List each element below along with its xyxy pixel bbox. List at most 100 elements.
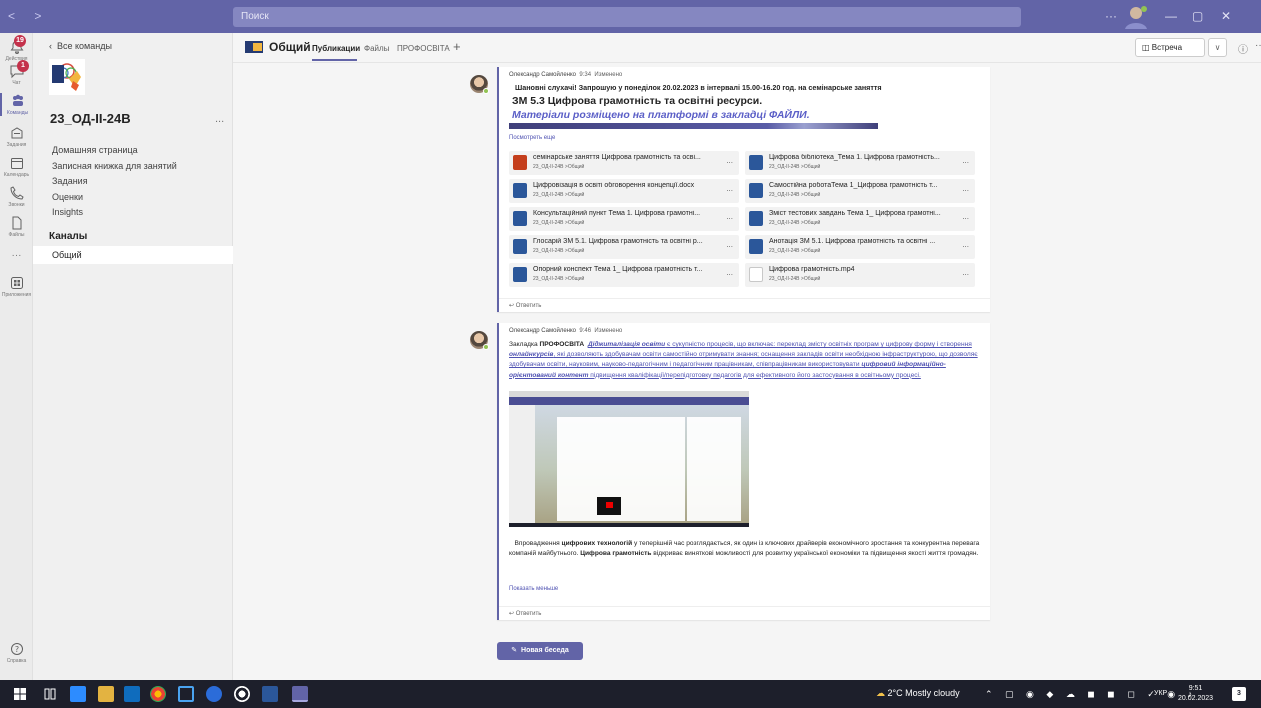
clock[interactable]: 9:51 20.02.2023 bbox=[1178, 684, 1213, 704]
minimize-icon[interactable]: — bbox=[1165, 9, 1177, 23]
tab-files[interactable]: Файлы bbox=[364, 44, 389, 53]
nav-insights-link[interactable]: Insights bbox=[52, 207, 83, 217]
appbar-assignments[interactable]: Задания bbox=[0, 125, 33, 148]
file-more-icon[interactable]: ... bbox=[726, 156, 733, 165]
team-name: 23_ОД-ІІ-24В bbox=[50, 111, 131, 126]
appbar-calendar[interactable]: Календарь bbox=[0, 155, 33, 178]
file-more-icon[interactable]: ... bbox=[962, 240, 969, 249]
back-to-teams-link[interactable]: ‹ Все команды bbox=[49, 41, 112, 51]
file-explorer-icon[interactable] bbox=[98, 686, 114, 702]
tab-profosvita[interactable]: ПРОФОСВІТА bbox=[397, 44, 450, 53]
file-attachment-card[interactable]: семінарське заняття Цифрова грамотність … bbox=[509, 151, 739, 175]
teams-taskbar-icon[interactable] bbox=[292, 686, 308, 702]
nav-assignments-link[interactable]: Задания bbox=[52, 176, 88, 186]
obs-icon[interactable] bbox=[234, 686, 250, 702]
link[interactable]: Діджиталізація освіти bbox=[588, 341, 665, 348]
video-camera-icon: ◫ bbox=[1142, 43, 1150, 52]
maximize-icon[interactable]: ▢ bbox=[1192, 9, 1203, 23]
message-meta: Олександр Самойленко 9:46 Изменено bbox=[509, 328, 623, 334]
meet-dropdown-button[interactable]: ∨ bbox=[1208, 38, 1227, 57]
embedded-banner bbox=[509, 123, 878, 129]
chrome-icon[interactable] bbox=[150, 686, 166, 702]
widgets-icon[interactable] bbox=[70, 686, 86, 702]
file-attachment-card[interactable]: Консультаційний пункт Тема 1. Цифрова гр… bbox=[509, 207, 739, 231]
profile-avatar-icon[interactable] bbox=[1122, 3, 1150, 31]
file-attachment-card[interactable]: Цифрова бібліотека_Тема 1. Цифрова грамо… bbox=[745, 151, 975, 175]
mail-icon[interactable] bbox=[124, 686, 140, 702]
appbar-help[interactable]: ? Справка bbox=[0, 641, 33, 664]
snipping-tool-icon[interactable] bbox=[178, 686, 194, 702]
file-more-icon[interactable]: ... bbox=[962, 268, 969, 277]
reply-button[interactable]: ↩ Ответить bbox=[499, 298, 990, 312]
channel-item-general[interactable]: Общий bbox=[33, 246, 233, 264]
reply-button[interactable]: ↩ Ответить bbox=[499, 606, 990, 620]
nav-grades-link[interactable]: Оценки bbox=[52, 192, 83, 202]
nav-home-link[interactable]: Домашняя страница bbox=[52, 145, 138, 155]
file-path: 23_ОД-ІІ-24В >Общий bbox=[533, 276, 585, 282]
tab-posts[interactable]: Публикации bbox=[312, 44, 360, 53]
word-icon[interactable] bbox=[262, 686, 278, 702]
meet-button[interactable]: ◫ Встреча bbox=[1135, 38, 1205, 57]
link[interactable]: онлайнкурсів bbox=[509, 351, 553, 358]
file-path: 23_ОД-ІІ-24В >Общий bbox=[533, 192, 585, 198]
info-icon[interactable]: ⓘ bbox=[1238, 41, 1248, 56]
file-name: Цифрова бібліотека_Тема 1. Цифрова грамо… bbox=[769, 154, 940, 161]
close-icon[interactable]: ✕ bbox=[1221, 9, 1231, 23]
file-attachment-card[interactable]: Цифрова грамотність.mp4 23_ОД-ІІ-24В >Общ… bbox=[745, 263, 975, 287]
appbar-apps[interactable]: Приложения bbox=[0, 275, 33, 298]
appbar-files[interactable]: Файлы bbox=[0, 215, 33, 238]
file-attachment-card[interactable]: Анотація ЗМ 5.1. Цифрова грамотність та … bbox=[745, 235, 975, 259]
word-file-icon bbox=[749, 155, 763, 170]
file-more-icon[interactable]: ... bbox=[726, 240, 733, 249]
nav-notebook-link[interactable]: Записная книжка для занятий bbox=[52, 161, 177, 171]
message-body: Закладка ПРОФОСВІТА Діджиталізація освіт… bbox=[509, 341, 978, 379]
message-line: Шановні слухачі! Запрошую у понеділок 20… bbox=[515, 83, 882, 92]
file-more-icon[interactable]: ... bbox=[726, 184, 733, 193]
add-tab-button[interactable]: + bbox=[453, 39, 461, 54]
new-conversation-button[interactable]: ✎ Новая беседа bbox=[497, 642, 583, 660]
appbar-activity[interactable]: Действия 19 bbox=[0, 35, 33, 62]
file-name: Цифрова грамотність.mp4 bbox=[769, 266, 855, 273]
settings-app-icon[interactable] bbox=[206, 686, 222, 702]
file-attachment-card[interactable]: Самостійна роботаТема 1_Цифрова грамотні… bbox=[745, 179, 975, 203]
appbar-chat[interactable]: Чат 1 bbox=[0, 60, 33, 86]
file-more-icon[interactable]: ... bbox=[962, 212, 969, 221]
channel-more-icon[interactable]: ··· bbox=[1255, 40, 1261, 51]
language-indicator[interactable]: УКР bbox=[1154, 690, 1167, 697]
team-more-icon[interactable]: ... bbox=[215, 113, 224, 125]
embedded-screenshot[interactable] bbox=[509, 391, 749, 527]
windows-start-icon[interactable] bbox=[12, 686, 28, 702]
message-paragraph: Впровадження цифрових технологій у тепер… bbox=[509, 540, 980, 558]
weather-widget[interactable]: ☁ 2°C Mostly cloudy bbox=[876, 688, 960, 699]
notification-center-icon[interactable]: 3 bbox=[1232, 687, 1246, 701]
file-path: 23_ОД-ІІ-24В >Общий bbox=[769, 276, 821, 282]
more-options-icon[interactable]: ··· bbox=[1105, 9, 1117, 23]
see-more-link[interactable]: Посмотреть еще bbox=[509, 135, 555, 141]
file-attachment-card[interactable]: Зміст тестових завдань Тема 1_ Цифрова г… bbox=[745, 207, 975, 231]
show-less-link[interactable]: Показать меньше bbox=[509, 586, 558, 592]
author-avatar[interactable] bbox=[470, 75, 489, 94]
file-name: семінарське заняття Цифрова грамотність … bbox=[533, 154, 701, 161]
team-pane: ‹ Все команды 23_ОД-ІІ-24В ... Домашняя … bbox=[33, 33, 233, 680]
nav-arrows[interactable]: < > bbox=[8, 9, 49, 23]
appbar-calls[interactable]: Звонки bbox=[0, 185, 33, 208]
task-view-icon[interactable] bbox=[42, 686, 58, 702]
file-attachment-card[interactable]: Цифровізація в освіті обговорення концеп… bbox=[509, 179, 739, 203]
word-file-icon bbox=[513, 267, 527, 282]
file-more-icon[interactable]: ... bbox=[726, 212, 733, 221]
appbar-more[interactable]: ··· bbox=[0, 249, 33, 262]
file-attachment-card[interactable]: Глосарій ЗМ 5.1. Цифрова грамотність та … bbox=[509, 235, 739, 259]
search-input[interactable]: Поиск bbox=[233, 7, 1021, 27]
word-file-icon bbox=[749, 183, 763, 198]
apps-icon bbox=[10, 277, 23, 289]
file-more-icon[interactable]: ... bbox=[726, 268, 733, 277]
teams-icon bbox=[12, 94, 23, 106]
file-name: Глосарій ЗМ 5.1. Цифрова грамотність та … bbox=[533, 238, 703, 245]
file-more-icon[interactable]: ... bbox=[962, 184, 969, 193]
file-attachment-card[interactable]: Опорний конспект Тема 1_ Цифрова грамотн… bbox=[509, 263, 739, 287]
app-bar: Действия 19 Чат 1 Команды Задания Календ… bbox=[0, 33, 33, 680]
appbar-teams[interactable]: Команды bbox=[0, 93, 33, 116]
file-more-icon[interactable]: ... bbox=[962, 156, 969, 165]
message-heading: ЗМ 5.3 Цифрова грамотність та освітні ре… bbox=[512, 95, 763, 107]
author-avatar[interactable] bbox=[470, 331, 489, 350]
